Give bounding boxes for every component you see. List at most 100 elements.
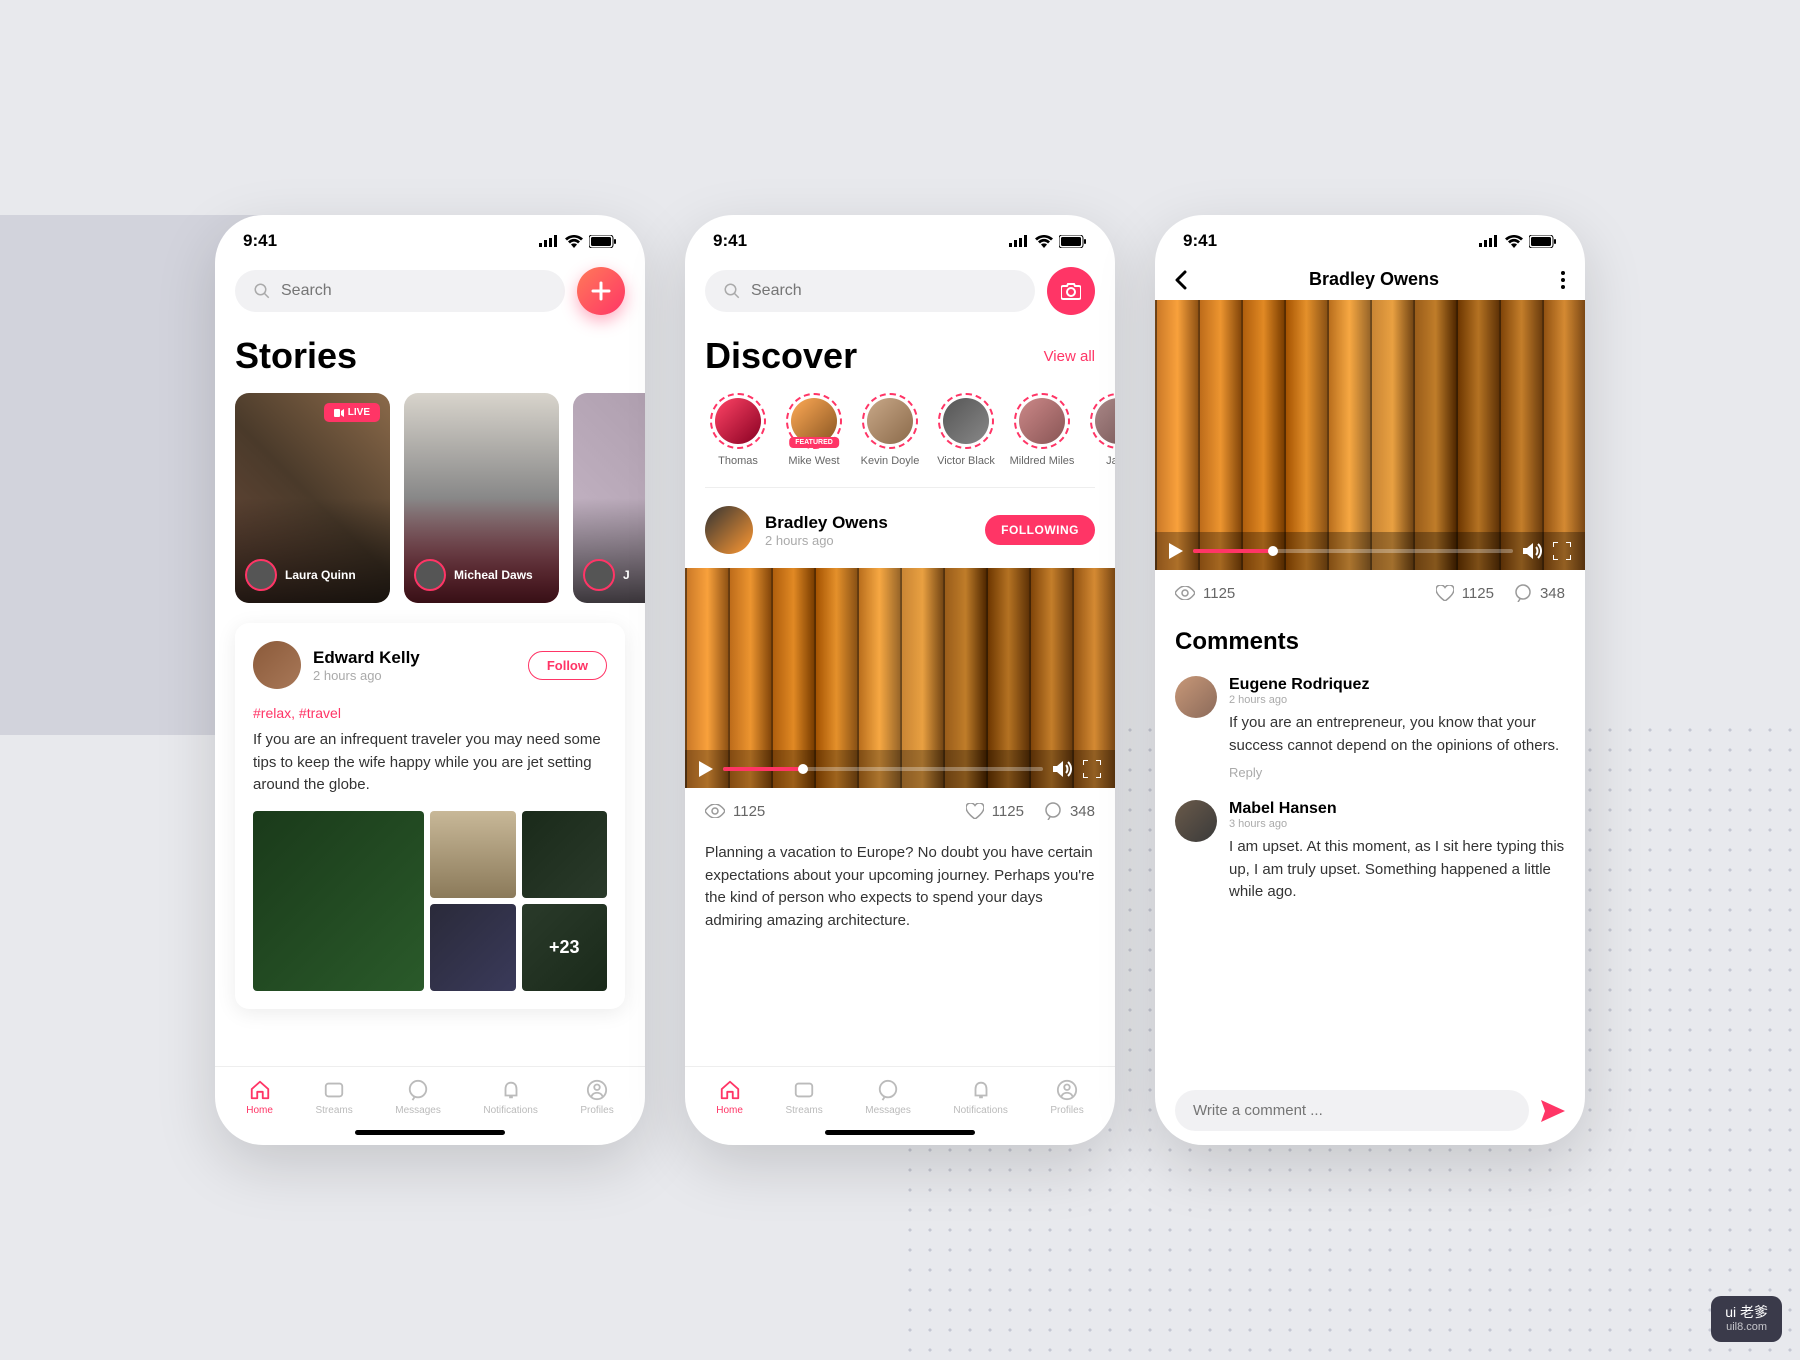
wifi-icon [1035,235,1053,248]
search-input[interactable] [751,282,1017,300]
story-card[interactable]: J [573,393,645,603]
avatar[interactable] [253,641,301,689]
discover-avatar[interactable]: Jane [1085,393,1115,467]
avatars-row[interactable]: Thomas FEATUREDMike West Kevin Doyle Vic… [685,393,1115,483]
nav-home[interactable]: Home [246,1079,273,1116]
comment-time: 2 hours ago [1229,694,1565,706]
comment-author: Eugene Rodriquez [1229,676,1565,694]
send-icon[interactable] [1541,1100,1565,1122]
post-time: 2 hours ago [313,668,516,683]
video-player[interactable] [1155,300,1585,570]
battery-icon [1529,235,1557,248]
divider [705,487,1095,488]
discover-avatar[interactable]: FEATUREDMike West [781,393,847,467]
nav-home[interactable]: Home [716,1079,743,1116]
comment-input[interactable] [1175,1090,1529,1131]
search-bar[interactable] [705,270,1035,312]
nav-messages[interactable]: Messages [865,1079,911,1116]
follow-button[interactable]: Follow [528,651,607,680]
video-icon [334,409,344,417]
reply-link[interactable]: Reply [1229,765,1565,780]
page-title: Stories [215,323,645,393]
nav-streams[interactable]: Streams [315,1079,352,1116]
status-time: 9:41 [713,231,747,251]
detail-header: Bradley Owens [1155,259,1585,300]
view-all-link[interactable]: View all [1044,348,1095,365]
status-icons [1479,235,1557,248]
messages-icon [877,1079,899,1101]
heart-icon[interactable] [1436,585,1454,601]
phone-discover: 9:41 Discover View all Thomas FEATUREDMi… [685,215,1115,1145]
post-author-name: Bradley Owens [765,513,973,533]
detail-title: Bradley Owens [1309,269,1439,290]
hashtags[interactable]: #relax, #travel [253,705,607,721]
discover-avatar[interactable]: Mildred Miles [1009,393,1075,467]
status-time: 9:41 [1183,231,1217,251]
comment-avatar[interactable] [1175,676,1217,718]
fullscreen-icon[interactable] [1083,760,1101,778]
nav-messages[interactable]: Messages [395,1079,441,1116]
nav-notifications[interactable]: Notifications [483,1079,537,1116]
story-avatar [583,559,615,591]
wifi-icon [1505,235,1523,248]
signal-icon [539,235,559,247]
bell-icon [970,1079,992,1101]
home-icon [719,1079,741,1101]
add-button[interactable] [577,267,625,315]
phone-stories: 9:41 Stories LIVE Laura Quinn [215,215,645,1145]
comment-input-row [1155,1076,1585,1145]
comment-text: I am upset. At this moment, as I sit her… [1229,836,1565,904]
search-bar[interactable] [235,270,565,312]
nav-notifications[interactable]: Notifications [953,1079,1007,1116]
video-player[interactable] [685,568,1115,788]
home-icon [249,1079,271,1101]
photo-item-more[interactable]: +23 [522,904,608,991]
progress-bar[interactable] [723,767,1043,771]
volume-icon[interactable] [1523,542,1543,560]
photo-item[interactable] [430,811,516,898]
post-author-name: Edward Kelly [313,648,516,668]
nav-streams[interactable]: Streams [785,1079,822,1116]
menu-icon[interactable] [1561,271,1565,289]
story-card[interactable]: Micheal Daws [404,393,559,603]
discover-avatar[interactable]: Kevin Doyle [857,393,923,467]
comment-icon[interactable] [1044,802,1062,820]
progress-bar[interactable] [1193,549,1513,553]
heart-icon[interactable] [966,803,984,819]
post-header: Bradley Owens 2 hours ago FOLLOWING [685,492,1115,568]
comments-count: 348 [1070,803,1095,820]
battery-icon [589,235,617,248]
home-indicator[interactable] [355,1130,505,1135]
streams-icon [323,1079,345,1101]
fullscreen-icon[interactable] [1553,542,1571,560]
status-bar: 9:41 [1155,215,1585,259]
photo-item[interactable] [522,811,608,898]
nav-profiles[interactable]: Profiles [1050,1079,1083,1116]
back-icon[interactable] [1175,270,1187,290]
featured-badge: FEATURED [789,437,839,448]
comments-count: 348 [1540,585,1565,602]
nav-profiles[interactable]: Profiles [580,1079,613,1116]
camera-button[interactable] [1047,267,1095,315]
photo-item[interactable] [430,904,516,991]
search-input[interactable] [281,282,547,300]
volume-icon[interactable] [1053,760,1073,778]
discover-avatar[interactable]: Victor Black [933,393,999,467]
play-icon[interactable] [699,761,713,777]
streams-icon [793,1079,815,1101]
play-icon[interactable] [1169,543,1183,559]
comment-avatar[interactable] [1175,800,1217,842]
likes-count: 1125 [1462,585,1494,602]
comment-time: 3 hours ago [1229,818,1565,830]
profile-icon [586,1079,608,1101]
story-card[interactable]: LIVE Laura Quinn [235,393,390,603]
comment-icon[interactable] [1514,584,1532,602]
discover-avatar[interactable]: Thomas [705,393,771,467]
stories-row[interactable]: LIVE Laura Quinn Micheal Daws J [215,393,645,623]
photo-grid[interactable]: +23 [253,811,607,991]
avatar[interactable] [705,506,753,554]
phone-detail: 9:41 Bradley Owens 1125 1125 348 Comment… [1155,215,1585,1145]
home-indicator[interactable] [825,1130,975,1135]
following-button[interactable]: FOLLOWING [985,515,1095,545]
photo-item[interactable] [253,811,424,991]
